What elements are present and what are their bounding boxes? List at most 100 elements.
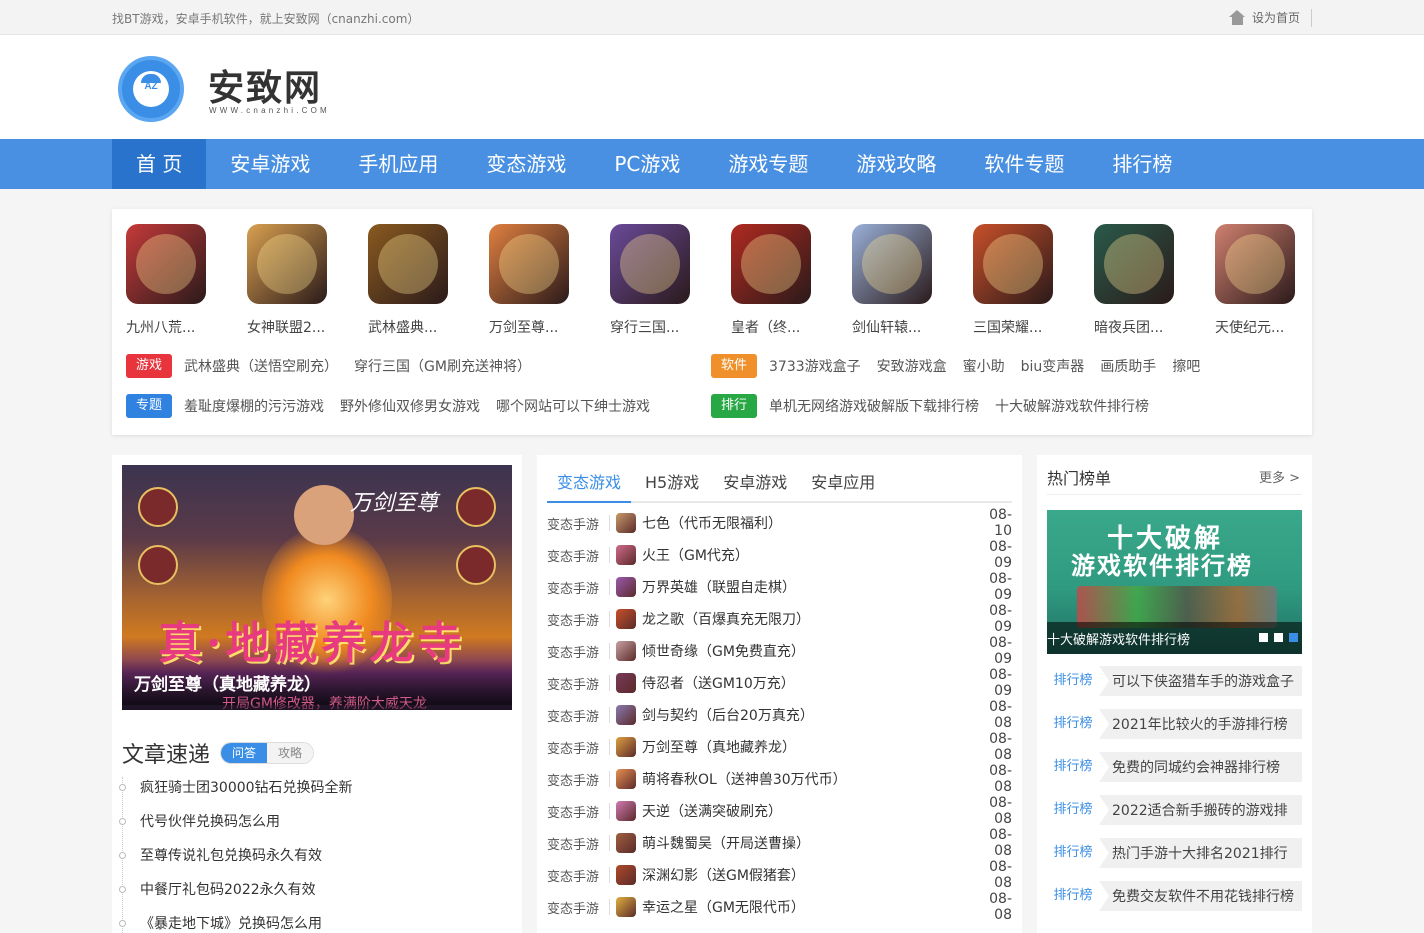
game-category[interactable]: 变态手游 — [547, 674, 607, 693]
logo-title[interactable]: 安致网 — [208, 59, 322, 111]
game-title[interactable]: 万剑至尊（真地藏养龙） — [642, 737, 972, 757]
game-row[interactable]: 变态手游 倾世奇缘（GM免费直充） 08-09 — [547, 635, 1012, 667]
game-row[interactable]: 变态手游 深渊幻影（送GM假猪套） 08-08 — [547, 859, 1012, 891]
tab-bt-games[interactable]: 变态游戏 — [547, 469, 632, 503]
game-row[interactable]: 变态手游 萌将春秋OL（送神兽30万代币） 08-08 — [547, 763, 1012, 795]
game-row[interactable]: 变态手游 万界英雄（联盟自走棋） 08-09 — [547, 571, 1012, 603]
tag-link[interactable]: 野外修仙双修男女游戏 — [340, 396, 480, 416]
game-category[interactable]: 变态手游 — [547, 546, 607, 565]
game-row[interactable]: 变态手游 龙之歌（百爆真充无限刀） 08-09 — [547, 603, 1012, 635]
game-icon — [616, 641, 636, 661]
game-category[interactable]: 变态手游 — [547, 898, 607, 917]
article-item[interactable]: 中餐厅礼包码2022永久有效 — [119, 879, 512, 913]
game-card[interactable]: 女神联盟2... — [247, 224, 368, 337]
tag-link[interactable]: 3733游戏盒子 — [769, 356, 861, 376]
tag-link[interactable]: 蜜小助 — [963, 356, 1005, 376]
article-item[interactable]: 《暴走地下城》兑换码怎么用 — [119, 913, 512, 933]
game-card[interactable]: 天使纪元... — [1215, 224, 1336, 337]
tag-link[interactable]: 羞耻度爆棚的污污游戏 — [184, 396, 324, 416]
game-title[interactable]: 萌将春秋OL（送神兽30万代币） — [642, 769, 972, 789]
nav-software-topics[interactable]: 软件专题 — [960, 139, 1088, 189]
ranking-item[interactable]: 排行榜 2021年比较火的手游排行榜 — [1047, 709, 1302, 739]
ranking-item[interactable]: 排行榜 可以下侠盗猎车手的游戏盒子 — [1047, 666, 1302, 696]
article-item[interactable]: 代号伙伴兑换码怎么用 — [119, 811, 512, 845]
ranking-item[interactable]: 排行榜 2022适合新手搬砖的游戏排 — [1047, 795, 1302, 825]
tab-android-apps[interactable]: 安卓应用 — [801, 469, 885, 501]
game-title[interactable]: 萌斗魏蜀吴（开局送曹操） — [642, 833, 972, 853]
tab-h5-games[interactable]: H5游戏 — [635, 469, 709, 501]
nav-home[interactable]: 首 页 — [112, 139, 207, 189]
tag-link[interactable]: 安致游戏盒 — [877, 356, 947, 376]
game-row[interactable]: 变态手游 侍忍者（送GM10万充） 08-09 — [547, 667, 1012, 699]
carousel-dots[interactable] — [1259, 633, 1298, 642]
game-category[interactable]: 变态手游 — [547, 514, 607, 533]
tag-topics[interactable]: 专题 — [126, 394, 173, 418]
game-card[interactable]: 九州八荒... — [126, 224, 247, 337]
nav-mobile-apps[interactable]: 手机应用 — [334, 139, 462, 189]
game-title[interactable]: 侍忍者（送GM10万充） — [642, 673, 972, 693]
tag-games[interactable]: 游戏 — [126, 354, 173, 378]
tag-link[interactable]: 哪个网站可以下绅士游戏 — [496, 396, 650, 416]
nav-bt-games[interactable]: 变态游戏 — [462, 139, 590, 189]
logo-icon[interactable]: AZ — [118, 56, 184, 122]
tag-link[interactable]: 穿行三国（GM刷充送神将） — [354, 356, 531, 376]
game-row[interactable]: 变态手游 万剑至尊（真地藏养龙） 08-08 — [547, 731, 1012, 763]
game-category[interactable]: 变态手游 — [547, 706, 607, 725]
tab-qa[interactable]: 问答 — [221, 743, 268, 763]
nav-pc-games[interactable]: PC游戏 — [590, 139, 704, 189]
tab-android-games[interactable]: 安卓游戏 — [713, 469, 797, 501]
game-category[interactable]: 变态手游 — [547, 642, 607, 661]
ranking-item[interactable]: 排行榜 免费的同城约会神器排行榜 — [1047, 752, 1302, 782]
tag-link[interactable]: biu变声器 — [1021, 356, 1085, 376]
game-card[interactable]: 万剑至尊... — [489, 224, 610, 337]
game-category[interactable]: 变态手游 — [547, 610, 607, 629]
game-card[interactable]: 穿行三国... — [610, 224, 731, 337]
set-homepage-link[interactable]: 设为首页 — [1228, 9, 1312, 27]
tag-link[interactable]: 武林盛典（送悟空刷充） — [184, 356, 338, 376]
game-category[interactable]: 变态手游 — [547, 770, 607, 789]
article-item[interactable]: 至尊传说礼包兑换码永久有效 — [119, 845, 512, 879]
article-item[interactable]: 疯狂骑士团30000钻石兑换码全新 — [119, 777, 512, 811]
nav-game-guides[interactable]: 游戏攻略 — [832, 139, 960, 189]
game-card[interactable]: 剑仙轩辕... — [852, 224, 973, 337]
game-card[interactable]: 武林盛典... — [368, 224, 489, 337]
game-category[interactable]: 变态手游 — [547, 578, 607, 597]
more-link[interactable]: 更多 > — [1259, 467, 1300, 486]
game-card[interactable]: 皇者（终... — [731, 224, 852, 337]
tag-link[interactable]: 十大破解游戏软件排行榜 — [995, 396, 1149, 416]
game-title[interactable]: 天逆（送满突破刷充） — [642, 801, 972, 821]
tag-rankings[interactable]: 排行 — [711, 394, 758, 418]
hero-banner[interactable]: 万剑至尊 真·地藏养龙寺 万剑至尊（真地藏养龙） 开局GM修改器，养满阶大威天龙 — [122, 465, 512, 710]
game-title[interactable]: 万界英雄（联盟自走棋） — [642, 577, 972, 597]
game-row[interactable]: 变态手游 萌斗魏蜀吴（开局送曹操） 08-08 — [547, 827, 1012, 859]
game-row[interactable]: 变态手游 天逆（送满突破刷充） 08-08 — [547, 795, 1012, 827]
tab-guides[interactable]: 攻略 — [267, 743, 314, 763]
game-title[interactable]: 幸运之星（GM无限代币） — [642, 897, 972, 917]
game-title[interactable]: 龙之歌（百爆真充无限刀） — [642, 609, 972, 629]
game-title[interactable]: 剑与契约（后台20万真充） — [642, 705, 972, 725]
game-title[interactable]: 火王（GM代充） — [642, 545, 972, 565]
game-row[interactable]: 变态手游 七色（代币无限福利） 08-10 — [547, 507, 1012, 539]
tag-link[interactable]: 单机无网络游戏破解版下载排行榜 — [769, 396, 979, 416]
nav-game-topics[interactable]: 游戏专题 — [704, 139, 832, 189]
game-row[interactable]: 变态手游 剑与契约（后台20万真充） 08-08 — [547, 699, 1012, 731]
game-title[interactable]: 七色（代币无限福利） — [642, 513, 972, 533]
game-category[interactable]: 变态手游 — [547, 834, 607, 853]
game-title[interactable]: 倾世奇缘（GM免费直充） — [642, 641, 972, 661]
game-card[interactable]: 暗夜兵团... — [1094, 224, 1215, 337]
tag-link[interactable]: 擦吧 — [1172, 356, 1200, 376]
ranking-item[interactable]: 排行榜 免费交友软件不用花钱排行榜 — [1047, 881, 1302, 911]
game-category[interactable]: 变态手游 — [547, 738, 607, 757]
game-category[interactable]: 变态手游 — [547, 866, 607, 885]
game-row[interactable]: 变态手游 火王（GM代充） 08-09 — [547, 539, 1012, 571]
tag-software[interactable]: 软件 — [711, 354, 758, 378]
game-card[interactable]: 三国荣耀... — [973, 224, 1094, 337]
tag-link[interactable]: 画质助手 — [1100, 356, 1156, 376]
game-row[interactable]: 变态手游 幸运之星（GM无限代币） 08-08 — [547, 891, 1012, 923]
ranking-item[interactable]: 排行榜 热门手游十大排名2021排行 — [1047, 838, 1302, 868]
game-category[interactable]: 变态手游 — [547, 802, 607, 821]
nav-rankings[interactable]: 排行榜 — [1088, 139, 1196, 189]
nav-android-games[interactable]: 安卓游戏 — [206, 139, 334, 189]
game-title[interactable]: 深渊幻影（送GM假猪套） — [642, 865, 972, 885]
ranking-banner[interactable]: 十大破解 游戏软件排行榜 十大破解游戏软件排行榜 — [1047, 510, 1302, 654]
